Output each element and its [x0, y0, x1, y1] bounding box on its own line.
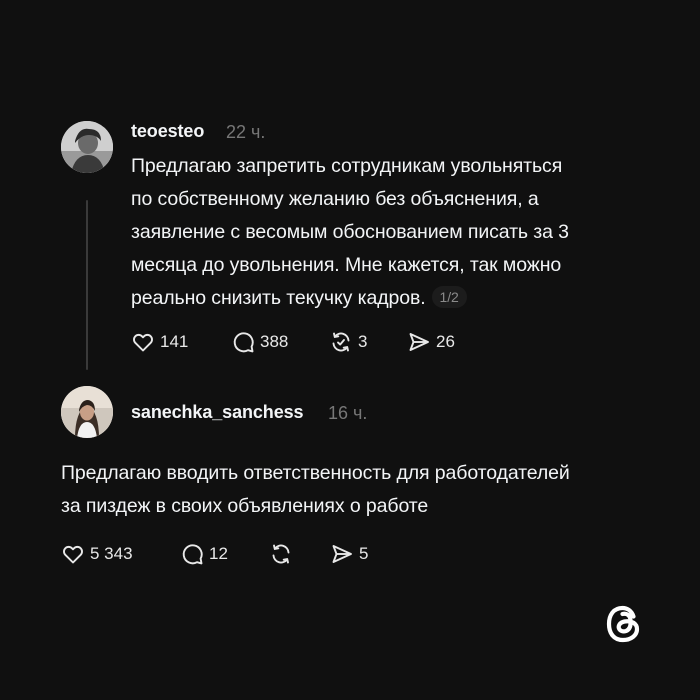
- avatar[interactable]: [61, 386, 113, 438]
- post-text-line: по собственному желанию без объяснения, …: [131, 188, 539, 210]
- thread-line: [86, 200, 88, 370]
- post-text: Предлагаю вводить ответственность для ра…: [61, 457, 570, 523]
- username[interactable]: sanechka_sanchess: [131, 402, 304, 423]
- share-count: 5: [359, 544, 369, 563]
- reply-button[interactable]: 12: [180, 541, 228, 567]
- post-time: 22 ч.: [226, 122, 266, 142]
- post-text-line: заявление с весомым обоснованием писать …: [131, 221, 569, 243]
- post-text-line: Предлагаю запретить сотрудникам увольнят…: [131, 155, 563, 177]
- share-button[interactable]: 26: [407, 329, 455, 355]
- repost-icon: [269, 542, 293, 566]
- send-icon: [407, 330, 431, 354]
- repost-count: 3: [358, 332, 368, 351]
- avatar[interactable]: [61, 121, 113, 173]
- heart-icon: [131, 330, 155, 354]
- reply-count: 388: [260, 332, 289, 351]
- share-button[interactable]: 5: [330, 541, 368, 567]
- username[interactable]: teoesteo: [131, 121, 204, 142]
- comment-icon: [231, 330, 255, 354]
- heart-icon: [61, 542, 85, 566]
- reply-button[interactable]: 388: [231, 329, 288, 355]
- send-icon: [330, 542, 354, 566]
- page-counter: 1/2: [431, 286, 467, 308]
- like-button[interactable]: 141: [131, 329, 188, 355]
- repost-icon: [329, 330, 353, 354]
- repost-button[interactable]: 3: [329, 329, 367, 355]
- like-count: 141: [160, 332, 189, 351]
- repost-button[interactable]: [269, 541, 298, 567]
- threads-logo-icon: [603, 603, 645, 645]
- comment-icon: [180, 542, 204, 566]
- post-text-line: месяца до увольнения. Мне кажется, так м…: [131, 254, 562, 276]
- like-count: 5 343: [90, 544, 133, 563]
- post-text: Предлагаю запретить сотрудникам увольнят…: [131, 150, 569, 315]
- share-count: 26: [436, 332, 455, 351]
- reply-count: 12: [209, 544, 228, 563]
- like-button[interactable]: 5 343: [61, 541, 133, 567]
- post-text-line: за пиздеж в своих объявлениях о работе: [61, 495, 429, 517]
- post-time: 16 ч.: [328, 403, 368, 423]
- post-text-line: Предлагаю вводить ответственность для ра…: [61, 462, 570, 484]
- post-text-line: реально снизить текучку кадров.: [131, 287, 426, 309]
